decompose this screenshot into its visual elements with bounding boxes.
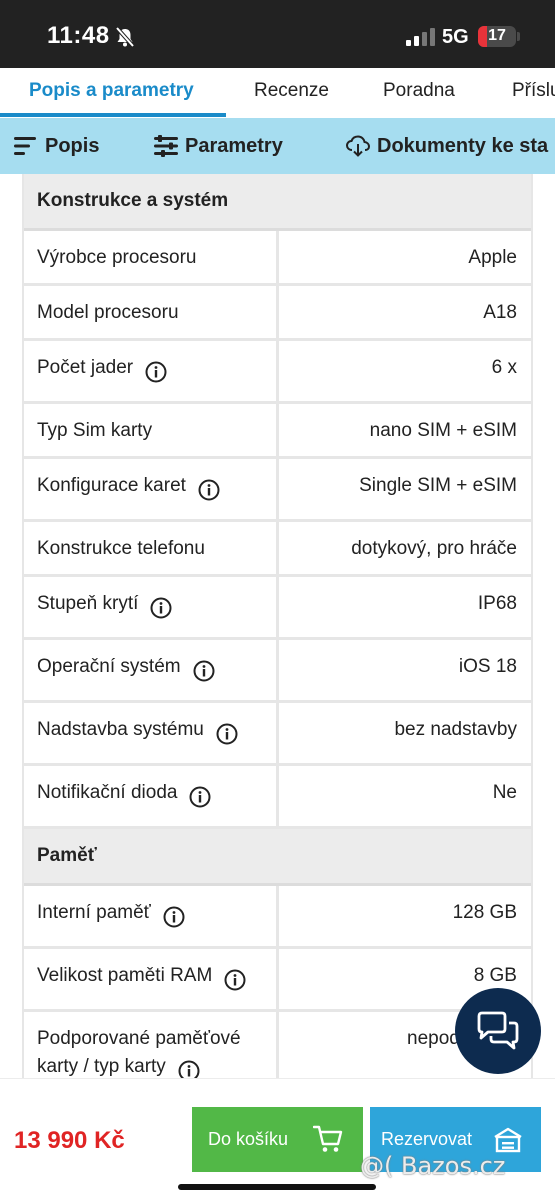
param-value: Ne: [492, 782, 517, 803]
info-icon[interactable]: [224, 969, 246, 991]
active-tab-indicator: [0, 113, 226, 117]
table-row: Model procesoru A18: [24, 286, 531, 341]
table-row: Stupeň krytí IP68: [24, 577, 531, 640]
section-nav: Popis Parametry Dokumenty ke sta: [0, 118, 555, 174]
param-label: Konfigurace karet: [24, 459, 279, 519]
add-to-cart-label: Do košíku: [208, 1129, 289, 1149]
info-icon[interactable]: [145, 361, 167, 383]
param-label: Notifikační dioda: [24, 766, 279, 826]
subnav-popis-label: Popis: [45, 134, 100, 157]
param-value: IP68: [477, 593, 517, 614]
tab-poradna[interactable]: Poradna: [383, 80, 455, 102]
subnav-popis[interactable]: Popis: [14, 118, 99, 174]
table-row: Operační systém iOS 18: [24, 640, 531, 703]
subnav-dokumenty-label: Dokumenty ke sta: [377, 134, 549, 157]
menu-icon: [14, 137, 36, 155]
param-label: Počet jader: [24, 341, 279, 401]
product-price: 13 990 Kč: [14, 1127, 125, 1154]
status-bar: 11:48 5G 17: [0, 0, 555, 68]
parameters-table: Konstrukce a systém Výrobce procesoru Ap…: [22, 174, 533, 1078]
subnav-parametry[interactable]: Parametry: [154, 118, 283, 174]
info-icon[interactable]: [150, 597, 172, 619]
param-value: bez nadstavby: [394, 719, 517, 740]
battery-tip: [517, 32, 520, 41]
subnav-dokumenty[interactable]: Dokumenty ke sta: [346, 118, 548, 174]
home-indicator[interactable]: [178, 1184, 376, 1190]
param-label: Stupeň krytí: [24, 577, 279, 637]
table-row: Typ Sim karty nano SIM + eSIM: [24, 404, 531, 459]
parameters-content: Konstrukce a systém Výrobce procesoru Ap…: [0, 174, 555, 1078]
info-icon[interactable]: [216, 723, 238, 745]
param-label: Konstrukce telefonu: [24, 522, 279, 574]
param-value: Single SIM + eSIM: [359, 475, 517, 496]
table-row: Interní paměť 128 GB: [24, 886, 531, 949]
param-label: Výrobce procesoru: [24, 231, 279, 283]
section-header-konstrukce: Konstrukce a systém: [24, 174, 531, 231]
battery-level: 17: [488, 27, 506, 44]
table-row: Konfigurace karet Single SIM + eSIM: [24, 459, 531, 522]
subnav-parametry-label: Parametry: [185, 134, 283, 157]
param-value: A18: [483, 302, 517, 323]
status-time: 11:48: [47, 22, 110, 49]
table-row: Notifikační dioda Ne: [24, 766, 531, 829]
info-icon[interactable]: [198, 479, 220, 501]
network-type: 5G: [442, 26, 469, 48]
param-value: Apple: [468, 247, 517, 268]
param-label: Velikost paměti RAM: [24, 949, 279, 1009]
param-value: dotykový, pro hráče: [351, 538, 517, 559]
param-value: 128 GB: [452, 902, 517, 923]
param-value: 6 x: [491, 357, 517, 378]
chat-icon: [477, 1011, 519, 1050]
reserve-label: Rezervovat: [381, 1129, 473, 1149]
info-icon[interactable]: [189, 786, 211, 808]
signal-icon: [406, 28, 435, 46]
battery-icon: 17: [478, 26, 516, 47]
tab-popis-a-parametry[interactable]: Popis a parametry: [29, 80, 194, 102]
param-value: nano SIM + eSIM: [369, 420, 517, 441]
add-to-cart-button[interactable]: Do košíku: [192, 1107, 363, 1172]
bell-muted-icon: [115, 26, 135, 48]
info-icon[interactable]: [178, 1060, 200, 1078]
product-tabs: Popis a parametry Recenze Poradna Příslu: [0, 68, 555, 118]
tab-prislusenstvi[interactable]: Příslu: [512, 80, 555, 102]
param-label: Operační systém: [24, 640, 279, 700]
param-value: iOS 18: [458, 656, 517, 677]
table-row: Nadstavba systému bez nadstavby: [24, 703, 531, 766]
table-row: Velikost paměti RAM 8 GB: [24, 949, 531, 1012]
info-icon[interactable]: [193, 660, 215, 682]
param-label: Nadstavba systému: [24, 703, 279, 763]
table-row: Konstrukce telefonu dotykový, pro hráče: [24, 522, 531, 577]
table-row: Počet jader 6 x: [24, 341, 531, 404]
param-label: Interní paměť: [24, 886, 279, 946]
tab-recenze[interactable]: Recenze: [254, 80, 329, 102]
watermark: @( Bazos.cz: [360, 1152, 506, 1180]
section-header-pamet: Paměť: [24, 829, 531, 886]
purchase-bar: 13 990 Kč Do košíku Rezervovat: [0, 1078, 555, 1200]
param-label: Model procesoru: [24, 286, 279, 338]
cart-icon: [313, 1125, 343, 1152]
table-row: Výrobce procesoru Apple: [24, 231, 531, 286]
store-icon: [494, 1127, 522, 1153]
param-label: Podporované paměťové karty / typ karty: [24, 1012, 279, 1078]
sliders-icon: [154, 135, 178, 157]
cloud-download-icon: [346, 135, 370, 157]
chat-button[interactable]: [455, 988, 541, 1074]
info-icon[interactable]: [163, 906, 185, 928]
param-label: Typ Sim karty: [24, 404, 279, 456]
